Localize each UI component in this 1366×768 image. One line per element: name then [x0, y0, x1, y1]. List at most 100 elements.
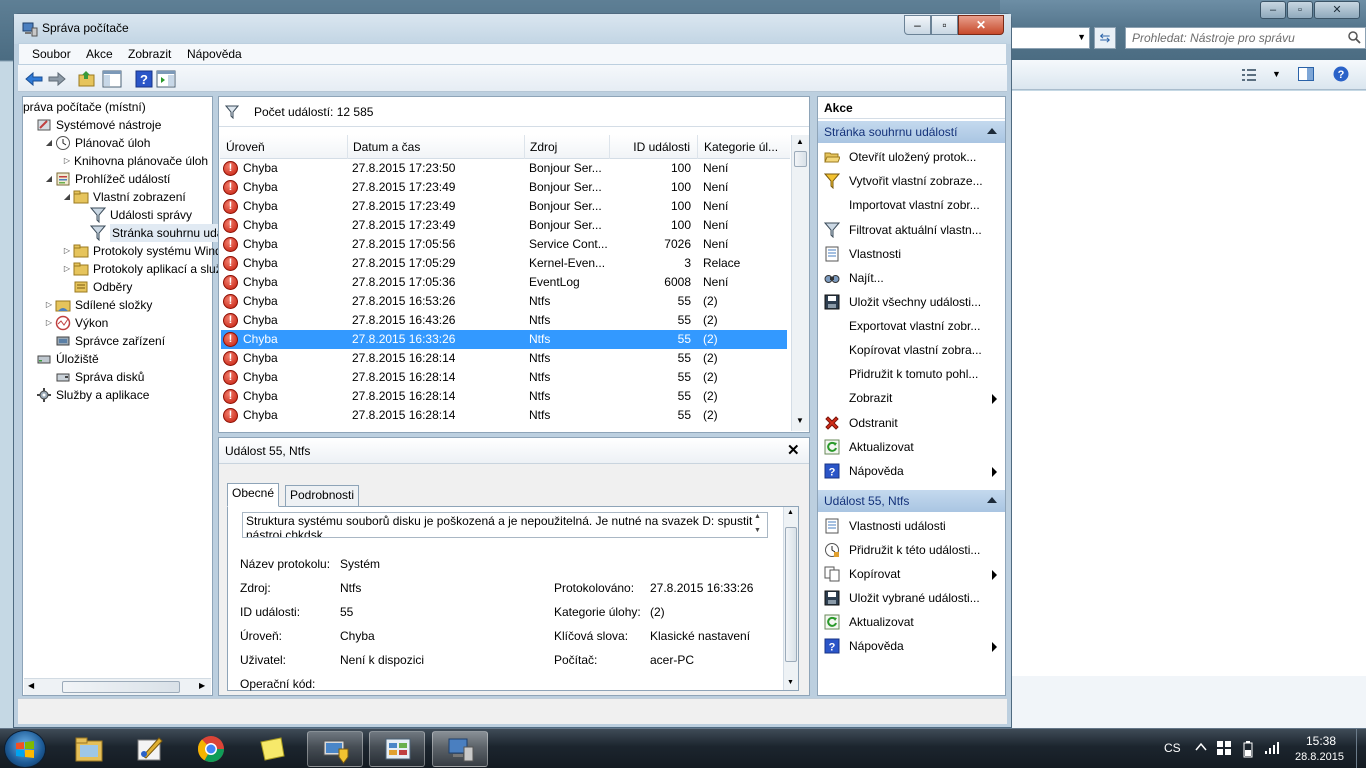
bg-address-bar[interactable]: ▼ — [1010, 27, 1090, 49]
action-item[interactable]: Přidružit k tomuto pohl... — [818, 362, 1005, 386]
close-button[interactable]: ✕ — [958, 15, 1004, 35]
action-item[interactable]: Kopírovat vlastní zobra... — [818, 338, 1005, 362]
menu-akce[interactable]: Akce — [86, 47, 113, 61]
action-item[interactable]: Kopírovat — [818, 562, 1005, 586]
table-row[interactable]: ! Chyba 27.8.2015 17:23:50 Bonjour Ser... 10… — [221, 159, 787, 178]
tree-horizontal-scrollbar[interactable]: ◀ ▶ — [24, 678, 211, 695]
taskbar-computer-management[interactable] — [432, 731, 488, 767]
table-row[interactable]: ! Chyba 27.8.2015 16:28:14 Ntfs 55 (2) — [221, 368, 787, 387]
tree-item[interactable]: ▷ Knihovna plánovače úloh — [23, 152, 212, 170]
expanded-arrow-icon[interactable]: ◢ — [62, 188, 72, 206]
preview-pane-icon[interactable] — [1298, 67, 1314, 81]
desc-scroll-up-icon[interactable]: ▲ — [754, 513, 761, 520]
show-hide-tree-icon[interactable] — [102, 69, 122, 89]
menu-napoveda[interactable]: Nápověda — [187, 47, 242, 61]
tree-item[interactable]: ◢ Prohlížeč událostí — [23, 170, 212, 188]
action-item[interactable]: Vytvořit vlastní zobraze... — [818, 169, 1005, 193]
tree-item[interactable]: Odběry — [23, 278, 212, 296]
col-header-event-id[interactable]: ID události — [615, 140, 690, 154]
menu-soubor[interactable]: Soubor — [32, 47, 71, 61]
tree-item[interactable]: ▷ Protokoly aplikací a služeb — [23, 260, 235, 278]
collapsed-arrow-icon[interactable]: ▷ — [62, 260, 72, 278]
action-item[interactable]: Uložit všechny události... — [818, 290, 1005, 314]
tab-obecne[interactable]: Obecné — [227, 483, 280, 507]
action-item[interactable]: Zobrazit — [818, 386, 1005, 410]
events-scroll-thumb[interactable] — [794, 151, 807, 167]
actions-section-event[interactable]: Událost 55, Ntfs — [818, 490, 1005, 512]
scroll-left-icon[interactable]: ◀ — [28, 681, 34, 690]
action-item[interactable]: ? Nápověda — [818, 634, 1005, 658]
tray-expand-icon[interactable] — [1194, 741, 1208, 753]
close-icon[interactable]: ✕ — [787, 441, 800, 459]
action-item[interactable]: Najít... — [818, 266, 1005, 290]
scroll-down-icon[interactable]: ▼ — [796, 416, 804, 425]
table-row[interactable]: ! Chyba 27.8.2015 16:28:14 Ntfs 55 (2) — [221, 349, 787, 368]
action-item[interactable]: Aktualizovat — [818, 610, 1005, 634]
back-arrow-icon[interactable] — [24, 69, 44, 89]
tree-item[interactable]: ▷ Protokoly systému Windows — [23, 242, 243, 260]
forward-arrow-icon[interactable] — [47, 69, 67, 89]
event-description[interactable]: Struktura systému souborů disku je poško… — [242, 512, 768, 538]
table-row[interactable]: ! Chyba 27.8.2015 16:28:14 Ntfs 55 (2) — [221, 387, 787, 406]
action-item[interactable]: Aktualizovat — [818, 435, 1005, 459]
tab-podrobnosti[interactable]: Podrobnosti — [285, 485, 360, 506]
table-row[interactable]: ! Chyba 27.8.2015 16:33:26 Ntfs 55 (2) — [221, 330, 787, 349]
tree-item[interactable]: Stránka souhrnu událostí — [23, 224, 250, 242]
tree-item[interactable]: ◢ Vlastní zobrazení — [23, 188, 212, 206]
scroll-up-icon[interactable]: ▲ — [787, 509, 794, 516]
action-item[interactable]: Vlastnosti události — [818, 514, 1005, 538]
collapsed-arrow-icon[interactable]: ▷ — [62, 152, 72, 170]
action-item[interactable]: Vlastnosti — [818, 242, 1005, 266]
battery-icon[interactable] — [1243, 740, 1253, 758]
chevron-down-icon[interactable]: ▼ — [1272, 69, 1281, 79]
bg-close-button[interactable]: ✕ — [1314, 1, 1360, 19]
action-item[interactable]: Exportovat vlastní zobr... — [818, 314, 1005, 338]
signal-strength-icon[interactable] — [1264, 741, 1280, 755]
action-item[interactable]: Importovat vlastní zobr... — [818, 193, 1005, 217]
table-row[interactable]: ! Chyba 27.8.2015 17:05:56 Service Cont... 7… — [221, 235, 787, 254]
table-row[interactable]: ! Chyba 27.8.2015 17:23:49 Bonjour Ser... 10… — [221, 178, 787, 197]
desc-scroll-down-icon[interactable]: ▼ — [754, 527, 761, 534]
tree-item[interactable]: Správa disků — [23, 368, 212, 386]
table-row[interactable]: ! Chyba 27.8.2015 16:28:14 Ntfs 55 (2) — [221, 406, 787, 425]
taskbar-sticky-notes[interactable] — [244, 731, 300, 767]
collapsed-arrow-icon[interactable]: ▷ — [44, 296, 54, 314]
tree-item[interactable]: ◢ Plánovač úloh — [23, 134, 212, 152]
bg-search-input[interactable]: Prohledat: Nástroje pro správu — [1125, 27, 1366, 49]
tree-item[interactable]: Události správy — [23, 206, 212, 224]
table-row[interactable]: ! Chyba 27.8.2015 17:23:49 Bonjour Ser... 10… — [221, 197, 787, 216]
taskbar-paint[interactable] — [122, 731, 178, 767]
action-item[interactable]: Uložit vybrané události... — [818, 586, 1005, 610]
tree-item[interactable]: Úložiště — [23, 350, 212, 368]
taskbar-app-security[interactable] — [307, 731, 363, 767]
tree-item[interactable]: Služby a aplikace — [23, 386, 212, 404]
bg-minimize-button[interactable]: – — [1260, 1, 1286, 19]
search-icon[interactable] — [1347, 30, 1361, 44]
collapse-triangle-icon[interactable] — [987, 497, 997, 503]
maximize-button[interactable]: ▫ — [931, 15, 958, 35]
collapsed-arrow-icon[interactable]: ▷ — [62, 242, 72, 260]
minimize-button[interactable]: – — [904, 15, 931, 35]
title-bar[interactable]: Správa počítače – ▫ ✕ — [14, 14, 1011, 44]
col-header-level[interactable]: Úroveň — [226, 140, 265, 154]
clock-date[interactable]: 28.8.2015 — [1295, 751, 1344, 763]
tree-item[interactable]: ▷ Sdílené složky — [23, 296, 212, 314]
action-item[interactable]: Přidružit k této události... — [818, 538, 1005, 562]
action-center-flag-icon[interactable] — [1216, 740, 1232, 756]
help-icon[interactable]: ? — [1333, 66, 1349, 82]
language-indicator[interactable]: CS — [1164, 741, 1181, 755]
detail-scroll-thumb[interactable] — [785, 527, 797, 662]
table-row[interactable]: ! Chyba 27.8.2015 17:05:36 EventLog 6008 Není — [221, 273, 787, 292]
collapse-triangle-icon[interactable] — [987, 128, 997, 134]
table-row[interactable]: ! Chyba 27.8.2015 16:43:26 Ntfs 55 (2) — [221, 311, 787, 330]
scroll-up-icon[interactable]: ▲ — [796, 137, 804, 146]
show-action-pane-icon[interactable] — [156, 69, 176, 89]
tree-scroll-thumb[interactable] — [62, 681, 180, 693]
table-row[interactable]: ! Chyba 27.8.2015 17:23:49 Bonjour Ser... 10… — [221, 216, 787, 235]
tree-item[interactable]: ▷ Výkon — [23, 314, 212, 332]
scroll-right-icon[interactable]: ▶ — [199, 681, 205, 690]
col-header-datetime[interactable]: Datum a čas — [353, 140, 420, 154]
expanded-arrow-icon[interactable]: ◢ — [44, 170, 54, 188]
bg-maximize-button[interactable]: ▫ — [1287, 1, 1313, 19]
bg-refresh-icon[interactable]: ⇆ — [1094, 27, 1116, 49]
